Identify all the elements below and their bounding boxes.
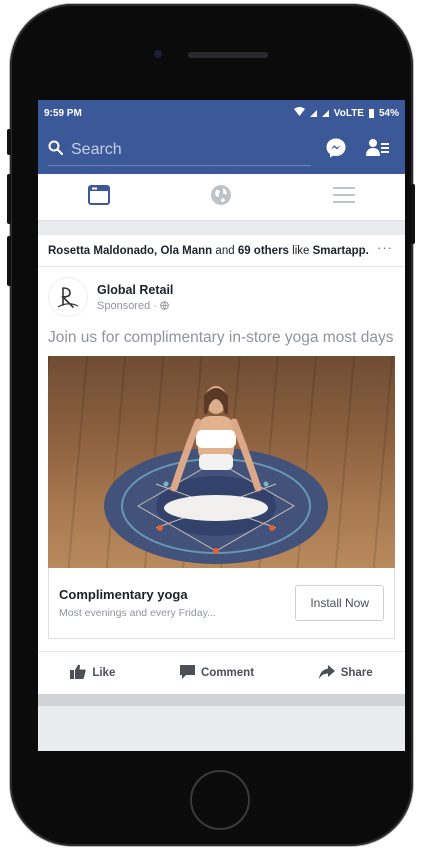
status-indicators: VoLTE 54% — [293, 107, 399, 119]
status-bar: 9:59 PM VoLTE 54% — [38, 100, 405, 126]
earpiece-speaker — [188, 52, 268, 58]
network-label: VoLTE — [333, 107, 364, 119]
messenger-button[interactable] — [319, 135, 353, 165]
cta-subtitle: Most evenings and every Friday... — [59, 607, 216, 619]
signal-icon-2 — [321, 109, 329, 117]
tab-menu[interactable] — [314, 174, 374, 220]
signal-icon — [309, 109, 317, 117]
search-input[interactable]: Search — [48, 135, 311, 166]
battery-level: 54% — [378, 107, 399, 119]
sponsored-label: Sponsored · — [97, 300, 173, 312]
post-text: Join us for complimentary in-store yoga … — [48, 329, 394, 346]
next-post-edge — [38, 694, 405, 706]
app-screen: 9:59 PM VoLTE 54% Search Rosetta Maldona… — [38, 100, 405, 751]
more-options-button[interactable]: ··· — [377, 241, 393, 255]
social-like: like — [292, 245, 310, 257]
cta-title: Complimentary yoga — [59, 587, 188, 602]
menu-icon — [332, 186, 355, 208]
front-camera — [154, 50, 162, 58]
others-count[interactable]: 69 others — [238, 245, 289, 257]
home-button[interactable] — [190, 770, 250, 830]
comment-button[interactable]: Comment — [180, 664, 255, 682]
friend-names[interactable]: Rosetta Maldonado, Ola Mann — [48, 245, 212, 257]
comment-label: Comment — [201, 667, 255, 679]
tab-news-feed[interactable] — [69, 174, 129, 220]
call-to-action-bar: Complimentary yoga Most evenings and eve… — [48, 568, 395, 639]
messenger-icon — [325, 137, 347, 164]
top-bar: Search — [38, 126, 405, 174]
globe-small-icon — [160, 300, 169, 312]
battery-icon — [368, 108, 374, 118]
post-image[interactable] — [48, 356, 395, 568]
page-name[interactable]: Global Retail — [97, 283, 173, 297]
tab-bar — [38, 174, 405, 221]
share-label: Share — [340, 667, 373, 679]
globe-icon — [210, 184, 232, 211]
friend-requests-button[interactable] — [361, 135, 395, 165]
mute-switch — [7, 129, 11, 155]
share-arrow-icon — [318, 664, 335, 682]
post-header: Global Retail Sponsored · — [38, 267, 405, 323]
search-placeholder: Search — [71, 140, 122, 158]
comment-icon — [180, 664, 195, 682]
power-button — [411, 184, 415, 244]
like-label: Like — [92, 667, 116, 679]
share-button[interactable]: Share — [318, 664, 373, 682]
post-actions: Like Comment Share — [38, 651, 405, 694]
friend-requests-icon — [366, 138, 390, 163]
social-and: and — [215, 245, 235, 257]
thumbs-up-icon — [70, 664, 86, 682]
tab-notifications[interactable] — [191, 174, 251, 220]
feed-spacer — [38, 221, 405, 235]
search-icon — [48, 140, 64, 160]
sponsored-post: Rosetta Maldonado, Ola Mann and 69 other… — [38, 235, 405, 694]
social-context: Rosetta Maldonado, Ola Mann and 69 other… — [38, 235, 405, 267]
install-now-button[interactable]: Install Now — [295, 585, 384, 621]
like-button[interactable]: Like — [70, 664, 115, 682]
page-avatar[interactable] — [48, 277, 88, 317]
wifi-icon — [293, 107, 305, 119]
volume-up-button — [7, 174, 11, 224]
liked-app-name[interactable]: Smartapp. — [313, 245, 369, 257]
news-feed-icon — [88, 184, 111, 210]
status-time: 9:59 PM — [44, 107, 82, 119]
volume-down-button — [7, 236, 11, 286]
